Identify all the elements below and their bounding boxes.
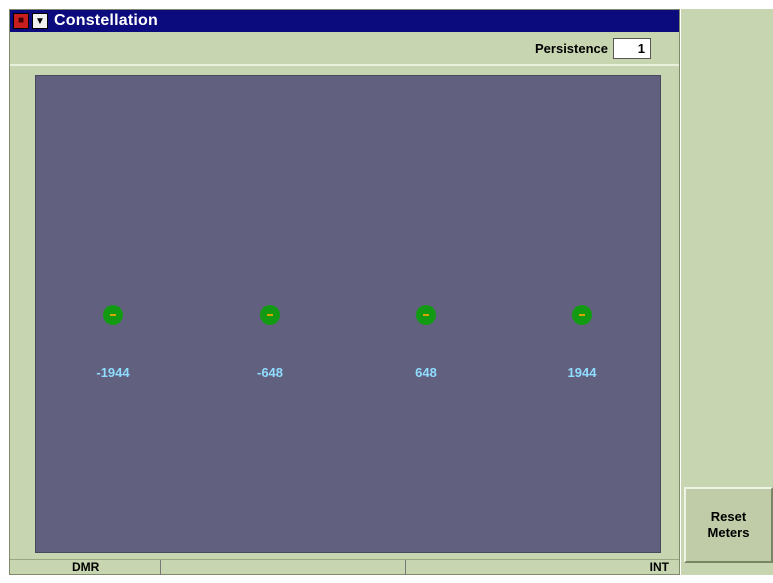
constellation-point [572,305,592,325]
status-mode: DMR [10,560,161,575]
symbol-label: 1944 [567,365,597,380]
persistence-label: Persistence [535,41,608,56]
symbol-label: -648 [256,365,284,380]
symbol-label: 648 [415,365,437,380]
dropdown-triangle-icon[interactable]: ▼ [32,13,48,29]
reset-meters-button[interactable]: Reset Meters [684,487,773,563]
toolbar: Persistence 1 [10,32,679,66]
constellation-point [103,305,123,325]
constellation-plot: -1944 -648 648 1944 [35,75,661,553]
window-title: Constellation [54,12,158,29]
symbol-label: -1944 [96,365,130,380]
status-field [161,560,406,575]
status-source: INT [649,560,669,574]
title-bar: ■ ▼ Constellation [10,10,679,32]
system-menu-icon[interactable]: ■ [13,13,29,29]
status-bar: DMR INT [10,559,679,575]
persistence-input[interactable]: 1 [613,38,651,59]
constellation-point [260,305,280,325]
constellation-window: ■ ▼ Constellation Persistence 1 -1944 -6… [9,9,680,575]
constellation-point [416,305,436,325]
